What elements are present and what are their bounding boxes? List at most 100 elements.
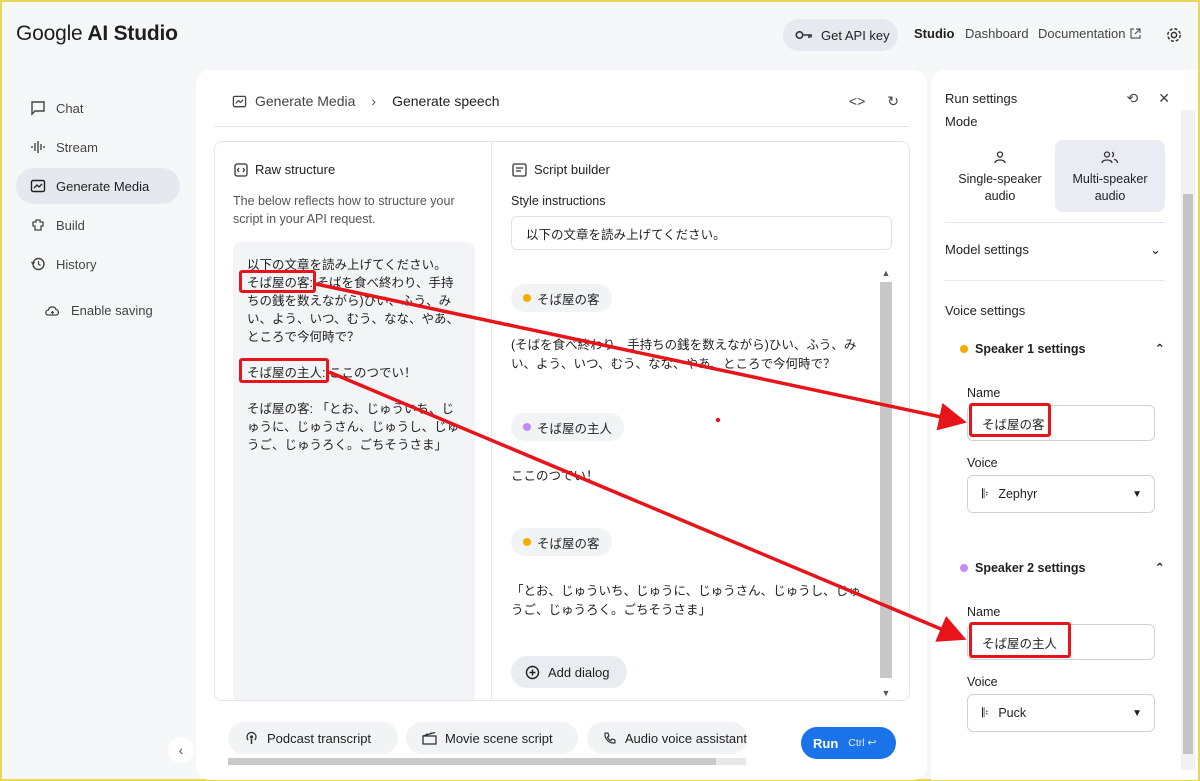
refresh-icon[interactable]: ↻ xyxy=(887,93,899,110)
speaker-2-title: Speaker 2 settings xyxy=(975,560,1086,575)
sidebar-item-history[interactable]: History xyxy=(16,246,180,282)
speaker-1-voice-value: Zephyr xyxy=(998,487,1038,501)
scrollbar-thumb[interactable] xyxy=(880,282,892,678)
script-scrollbar[interactable]: ▲ ▼ xyxy=(879,266,893,700)
scroll-down-icon[interactable]: ▼ xyxy=(879,686,893,700)
run-button[interactable]: Run Ctrl ↩ xyxy=(801,727,896,759)
code-box-icon xyxy=(234,162,248,177)
suggestion-podcast[interactable]: Podcast transcript xyxy=(228,722,398,754)
mode-single-speaker[interactable]: Single-speaker audio xyxy=(945,140,1055,212)
sidebar-item-label: History xyxy=(56,256,97,272)
suggestion-movie-scene[interactable]: Movie scene script xyxy=(406,722,578,754)
speaker-1-name-label: Name xyxy=(967,386,1001,400)
speaker-chip[interactable]: そば屋の客 xyxy=(511,284,612,312)
dialog-text[interactable]: ここのつでい！ xyxy=(511,467,861,486)
dialog-item: そば屋の客 (そばを食べ終わり、手持ちの銭を数えながら)ひい、ふう、みい、よう、… xyxy=(511,282,861,371)
nav-studio[interactable]: Studio xyxy=(914,26,954,41)
dialog-text[interactable]: 「とお、じゅういち、じゅうに、じゅうさん、じゅうし、じゅうご、じゅうろく。ごちそ… xyxy=(511,582,861,620)
sidebar-item-generate-media[interactable]: Generate Media xyxy=(16,168,180,204)
voice-settings-label: Voice settings xyxy=(945,303,1026,318)
sidebar-item-chat[interactable]: Chat xyxy=(16,90,180,126)
chevron-down-icon: ⌄ xyxy=(1150,242,1161,257)
speaker-1-title: Speaker 1 settings xyxy=(975,341,1086,356)
speaker-2-voice-select[interactable]: 𝄆 Puck ▼ xyxy=(967,694,1155,732)
chat-icon xyxy=(31,101,45,116)
speaker-1-voice-label: Voice xyxy=(967,456,998,470)
model-settings-label: Model settings xyxy=(945,242,1029,257)
add-dialog-label: Add dialog xyxy=(548,664,610,680)
raw-structure-label: Raw structure xyxy=(255,162,336,177)
mode-multi-label-2: audio xyxy=(1094,189,1126,203)
enable-saving-button[interactable]: Enable saving xyxy=(16,292,180,328)
podcast-icon xyxy=(246,731,257,744)
dialog-list: そば屋の客 (そばを食べ終わり、手持ちの銭を数えながら)ひい、ふう、みい、よう、… xyxy=(511,282,861,617)
sidebar-item-build[interactable]: Build xyxy=(16,207,180,243)
script-builder-title: Script builder xyxy=(512,162,610,177)
stream-icon xyxy=(31,141,45,153)
close-icon[interactable]: ✕ xyxy=(1158,90,1170,107)
suggestions-bar: Podcast transcript Movie scene script Au… xyxy=(214,710,910,770)
history-icon xyxy=(30,257,45,271)
speaker-1-voice-select[interactable]: 𝄆 Zephyr ▼ xyxy=(967,475,1155,513)
sidebar-item-stream[interactable]: Stream xyxy=(16,129,180,165)
speaker-color-dot xyxy=(960,563,968,572)
scroll-up-icon[interactable]: ▲ xyxy=(879,266,893,280)
raw-structure-content[interactable]: 以下の文章を読み上げてください。 そば屋の客: そばを食べ終わり、手持ちの銭を数… xyxy=(233,242,475,700)
run-settings-title: Run settings xyxy=(945,91,1018,106)
nav-documentation[interactable]: Documentation xyxy=(1038,26,1142,41)
highlight-box-raw-speaker-1 xyxy=(239,270,316,293)
nav-dashboard[interactable]: Dashboard xyxy=(965,26,1029,41)
speaker-color-dot xyxy=(523,294,531,302)
add-circle-icon xyxy=(525,665,540,679)
mode-label: Mode xyxy=(945,114,978,129)
run-label: Run xyxy=(813,735,839,751)
divider xyxy=(214,126,909,127)
suggestions-scrollbar[interactable] xyxy=(228,758,746,765)
scrollbar-thumb[interactable] xyxy=(1183,194,1193,754)
settings-scrollbar[interactable] xyxy=(1181,110,1195,770)
speaker-chip-label: そば屋の客 xyxy=(537,292,600,307)
app-logo[interactable]: Google AI Studio xyxy=(16,22,178,46)
gear-icon[interactable] xyxy=(1165,26,1183,44)
divider xyxy=(945,280,1165,281)
clapperboard-icon xyxy=(422,731,437,745)
build-icon xyxy=(32,219,44,231)
add-dialog-button[interactable]: Add dialog xyxy=(511,656,627,688)
logo-google: Google xyxy=(16,22,83,45)
raw-structure-description: The below reflects how to structure your… xyxy=(233,194,455,226)
editor-panel: Raw structure The below reflects how to … xyxy=(214,141,910,701)
reset-settings-icon[interactable]: ⟲ xyxy=(1127,90,1139,107)
code-icon[interactable]: <> xyxy=(849,93,865,110)
voice-icon: 𝄆 xyxy=(982,705,989,720)
suggestion-label: Movie scene script xyxy=(445,730,553,746)
style-instructions-input[interactable]: 以下の文章を読み上げてください。 xyxy=(511,216,892,250)
chevron-up-icon: ⌃ xyxy=(1154,342,1165,356)
breadcrumb-parent[interactable]: Generate Media xyxy=(255,93,355,109)
chevron-left-icon: ‹ xyxy=(178,742,184,758)
speaker-1-header[interactable]: Speaker 1 settings ⌃ xyxy=(960,341,1165,356)
get-api-key-label: Get API key xyxy=(821,27,890,43)
key-icon xyxy=(795,30,812,40)
main-toolbar: <> ↻ xyxy=(849,93,899,110)
cloud-sync-icon xyxy=(45,305,60,316)
media-icon xyxy=(232,95,247,107)
divider xyxy=(945,222,1165,223)
top-bar: Google AI Studio Get API key Studio Dash… xyxy=(2,2,1198,68)
sidebar-item-label: Chat xyxy=(56,100,84,116)
suggestion-label: Audio voice assistant xyxy=(624,730,747,746)
page-title: Generate speech xyxy=(392,93,500,109)
sidebar-item-label: Build xyxy=(56,217,85,233)
get-api-key-button[interactable]: Get API key xyxy=(783,19,898,51)
collapse-sidebar-button[interactable]: ‹ xyxy=(168,737,194,763)
mode-multi-speaker[interactable]: Multi-speaker audio xyxy=(1055,140,1165,212)
model-settings-toggle[interactable]: Model settings ⌄ xyxy=(945,242,1161,258)
main-panel: Generate Media › Generate speech <> ↻ Ra… xyxy=(196,70,927,780)
speaker-chip[interactable]: そば屋の客 xyxy=(511,528,612,556)
scrollbar-thumb[interactable] xyxy=(228,758,716,765)
chevron-right-icon: › xyxy=(371,93,377,109)
speaker-2-header[interactable]: Speaker 2 settings ⌃ xyxy=(960,560,1165,575)
speaker-chip[interactable]: そば屋の主人 xyxy=(511,413,625,441)
external-link-icon xyxy=(1130,28,1142,39)
suggestion-audio-assistant[interactable]: Audio voice assistant xyxy=(587,722,747,754)
dialog-text[interactable]: (そばを食べ終わり、手持ちの銭を数えながら)ひい、ふう、みい、よう、いつ、むう、… xyxy=(511,336,861,374)
